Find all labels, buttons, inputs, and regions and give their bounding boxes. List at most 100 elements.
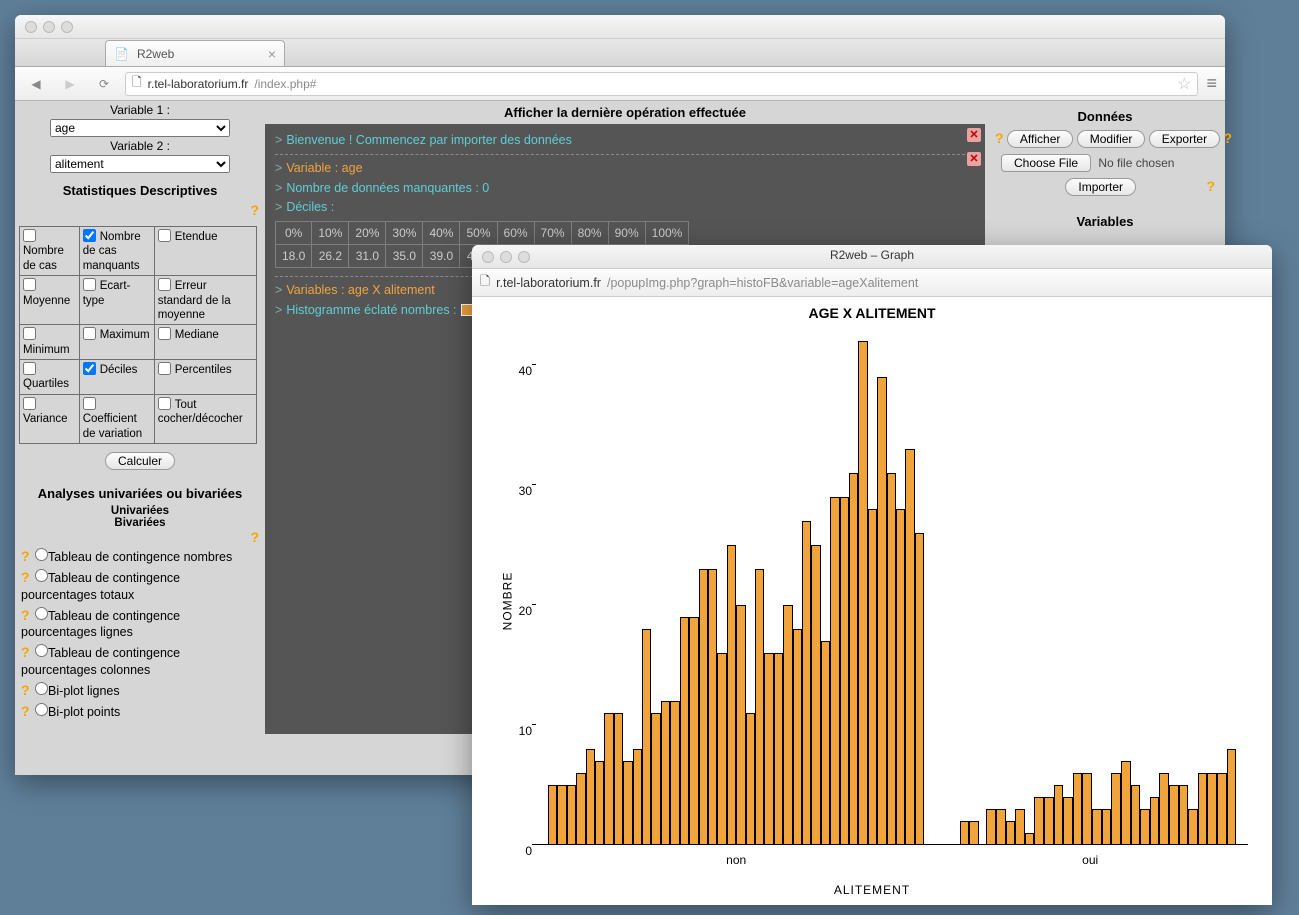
chk-variance[interactable] (23, 397, 36, 410)
popup-url-bar[interactable]: 🗋 r.tel-laboratorium.fr/popupImg.php?gra… (472, 269, 1272, 297)
url-bar[interactable]: 🗋 r.tel-laboratorium.fr/index.php# ☆ (125, 72, 1198, 96)
bar (830, 497, 839, 845)
chk-ecart[interactable] (83, 278, 96, 291)
bar (868, 509, 877, 845)
chk-moyenne[interactable] (23, 278, 36, 291)
help-icon[interactable]: ? (995, 130, 1004, 146)
last-op-heading: Afficher la dernière opération effectuée (265, 101, 985, 124)
chk-mediane[interactable] (158, 327, 171, 340)
category-label: non (548, 853, 924, 867)
var1-select[interactable]: age (50, 119, 230, 137)
close-light[interactable] (482, 251, 494, 263)
bar (849, 473, 858, 845)
lbl-variance: Variance (23, 413, 68, 425)
forward-button[interactable]: ▶ (57, 73, 83, 95)
tab-title: R2web (137, 47, 174, 61)
bar (1169, 785, 1179, 845)
chk-etendue[interactable] (158, 229, 171, 242)
help-icon[interactable]: ? (1206, 178, 1215, 194)
radio-conting-lignes[interactable] (35, 607, 48, 620)
decile-header: 60% (497, 222, 534, 245)
bar (680, 617, 689, 845)
zoom-light[interactable] (61, 21, 73, 33)
exporter-button[interactable]: Exporter (1149, 130, 1220, 148)
bar (557, 785, 566, 845)
radio-conting-nombres[interactable] (35, 548, 48, 561)
help-icon[interactable]: ? (21, 643, 30, 662)
calculer-button[interactable]: Calculer (105, 452, 175, 470)
popup-url-path: /popupImg.php?graph=histoFB&variable=age… (607, 276, 918, 290)
chk-quartiles[interactable] (23, 362, 36, 375)
decile-header: 100% (645, 222, 689, 245)
chk-coef[interactable] (83, 397, 96, 410)
chart-plot: nonoui 010203040 (536, 341, 1248, 845)
radio-biplot-points[interactable] (35, 703, 48, 716)
radio-conting-totaux[interactable] (35, 569, 48, 582)
browser-tab[interactable]: 📄 R2web × (105, 40, 285, 66)
help-icon[interactable]: ? (21, 702, 30, 721)
lbl-etendue: Etendue (175, 231, 218, 243)
chk-err-std[interactable] (158, 278, 171, 291)
bar (717, 653, 726, 845)
importer-button[interactable]: Importer (1065, 178, 1136, 196)
browser-menu-icon[interactable]: ≡ (1206, 73, 1217, 94)
decile-value: 18.0 (276, 245, 312, 268)
bar (755, 569, 764, 845)
chk-tout[interactable] (158, 397, 171, 410)
close-light[interactable] (25, 21, 37, 33)
help-icon[interactable]: ? (250, 529, 259, 545)
close-tab-icon[interactable]: × (268, 46, 276, 62)
bar (1025, 833, 1035, 845)
bar (699, 569, 708, 845)
bar (783, 605, 792, 845)
choose-file-button[interactable]: Choose File (1001, 154, 1091, 172)
chk-deciles[interactable] (83, 362, 96, 375)
y-tick-label: 40 (508, 364, 532, 378)
close-line-icon[interactable]: ✕ (967, 128, 981, 142)
afficher-button[interactable]: Afficher (1007, 130, 1073, 148)
minimize-light[interactable] (500, 251, 512, 263)
help-icon[interactable]: ? (250, 202, 259, 218)
help-icon[interactable]: ? (21, 568, 30, 587)
bar (986, 809, 996, 845)
lbl-biplot-points: Bi-plot points (48, 705, 120, 719)
analyses-panel: Analyses univariées ou bivariées Univari… (15, 472, 265, 727)
reload-button[interactable]: ⟳ (91, 73, 117, 95)
help-icon[interactable]: ? (21, 606, 30, 625)
back-button[interactable]: ◀ (23, 73, 49, 95)
bar (877, 377, 886, 845)
bar (1140, 809, 1150, 845)
help-icon[interactable]: ? (1223, 130, 1232, 146)
bar (1015, 809, 1025, 845)
close-line-icon[interactable]: ✕ (967, 152, 981, 166)
donnees-title: Données (995, 109, 1215, 124)
chk-max[interactable] (83, 327, 96, 340)
decile-value: 35.0 (386, 245, 423, 268)
page-icon-small: 🗋 (480, 272, 490, 293)
var2-select[interactable]: alitement (50, 155, 230, 173)
bar (1188, 809, 1198, 845)
bar (661, 701, 670, 845)
lbl-min: Minimum (23, 344, 70, 356)
y-axis-label: NOMBRE (500, 572, 514, 631)
chk-nombre-cas[interactable] (23, 229, 36, 242)
chk-min[interactable] (23, 327, 36, 340)
bar (746, 713, 755, 845)
missing-line: Nombre de données manquantes : 0 (286, 181, 489, 195)
radio-biplot-lignes[interactable] (35, 682, 48, 695)
help-icon[interactable]: ? (21, 681, 30, 700)
bar (887, 473, 896, 845)
bar (840, 497, 849, 845)
minimize-light[interactable] (43, 21, 55, 33)
zoom-light[interactable] (518, 251, 530, 263)
lbl-biplot-lignes: Bi-plot lignes (48, 684, 120, 698)
bar (858, 341, 867, 845)
help-icon[interactable]: ? (21, 547, 30, 566)
chk-nb-manquants[interactable] (83, 229, 96, 242)
radio-conting-colonnes[interactable] (35, 644, 48, 657)
chk-percentiles[interactable] (158, 362, 171, 375)
modifier-button[interactable]: Modifier (1077, 130, 1146, 148)
url-path: /index.php# (254, 77, 316, 91)
bookmark-star-icon[interactable]: ☆ (1177, 74, 1191, 94)
graph-popup-window: R2web – Graph 🗋 r.tel-laboratorium.fr/po… (472, 245, 1272, 905)
